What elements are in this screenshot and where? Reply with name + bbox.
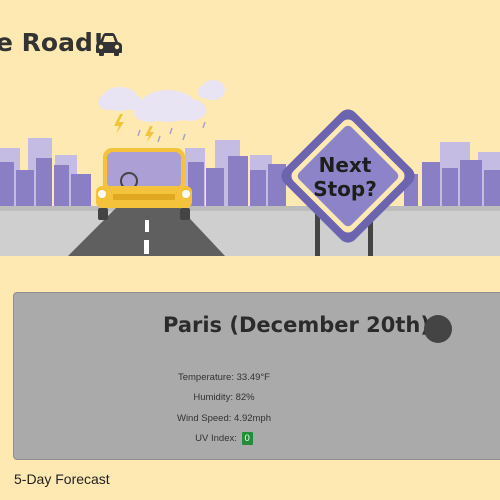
sign-text-line1: Next — [319, 153, 372, 177]
uv-index-label: UV Index: — [195, 433, 240, 444]
city-date-title: Paris (December 20th) — [163, 313, 430, 337]
uv-index-badge: 0 — [241, 432, 253, 445]
car-icon — [96, 33, 122, 56]
lightning-bolt — [114, 114, 124, 134]
five-day-forecast-heading: 5-Day Forecast — [14, 471, 110, 487]
temperature-value: 33.49°F — [236, 372, 270, 383]
current-weather-card: Paris (December 20th) Temperature: 33.49… — [13, 292, 500, 460]
ground — [0, 206, 500, 256]
weather-icon — [424, 315, 452, 343]
humidity-row: Humidity: 82% — [14, 392, 434, 403]
temperature-row: Temperature: 33.49°F — [14, 372, 434, 383]
humidity-label: Humidity: — [193, 392, 236, 403]
sign-text-line2: Stop? — [313, 177, 377, 201]
humidity-value: 82% — [235, 392, 255, 403]
wind-speed-row: Wind Speed: 4.92mph — [14, 413, 434, 424]
page-title: e Road! — [0, 28, 104, 57]
hero-illustration: Next Stop? — [0, 80, 500, 256]
wind-speed-value: 4.92mph — [234, 413, 272, 424]
temperature-label: Temperature: — [177, 372, 237, 383]
page-title-text: e Road! — [0, 28, 105, 57]
wind-speed-label: Wind Speed: — [176, 413, 235, 424]
clouds — [98, 80, 225, 122]
uv-index-row: UV Index: 0 — [14, 432, 434, 445]
